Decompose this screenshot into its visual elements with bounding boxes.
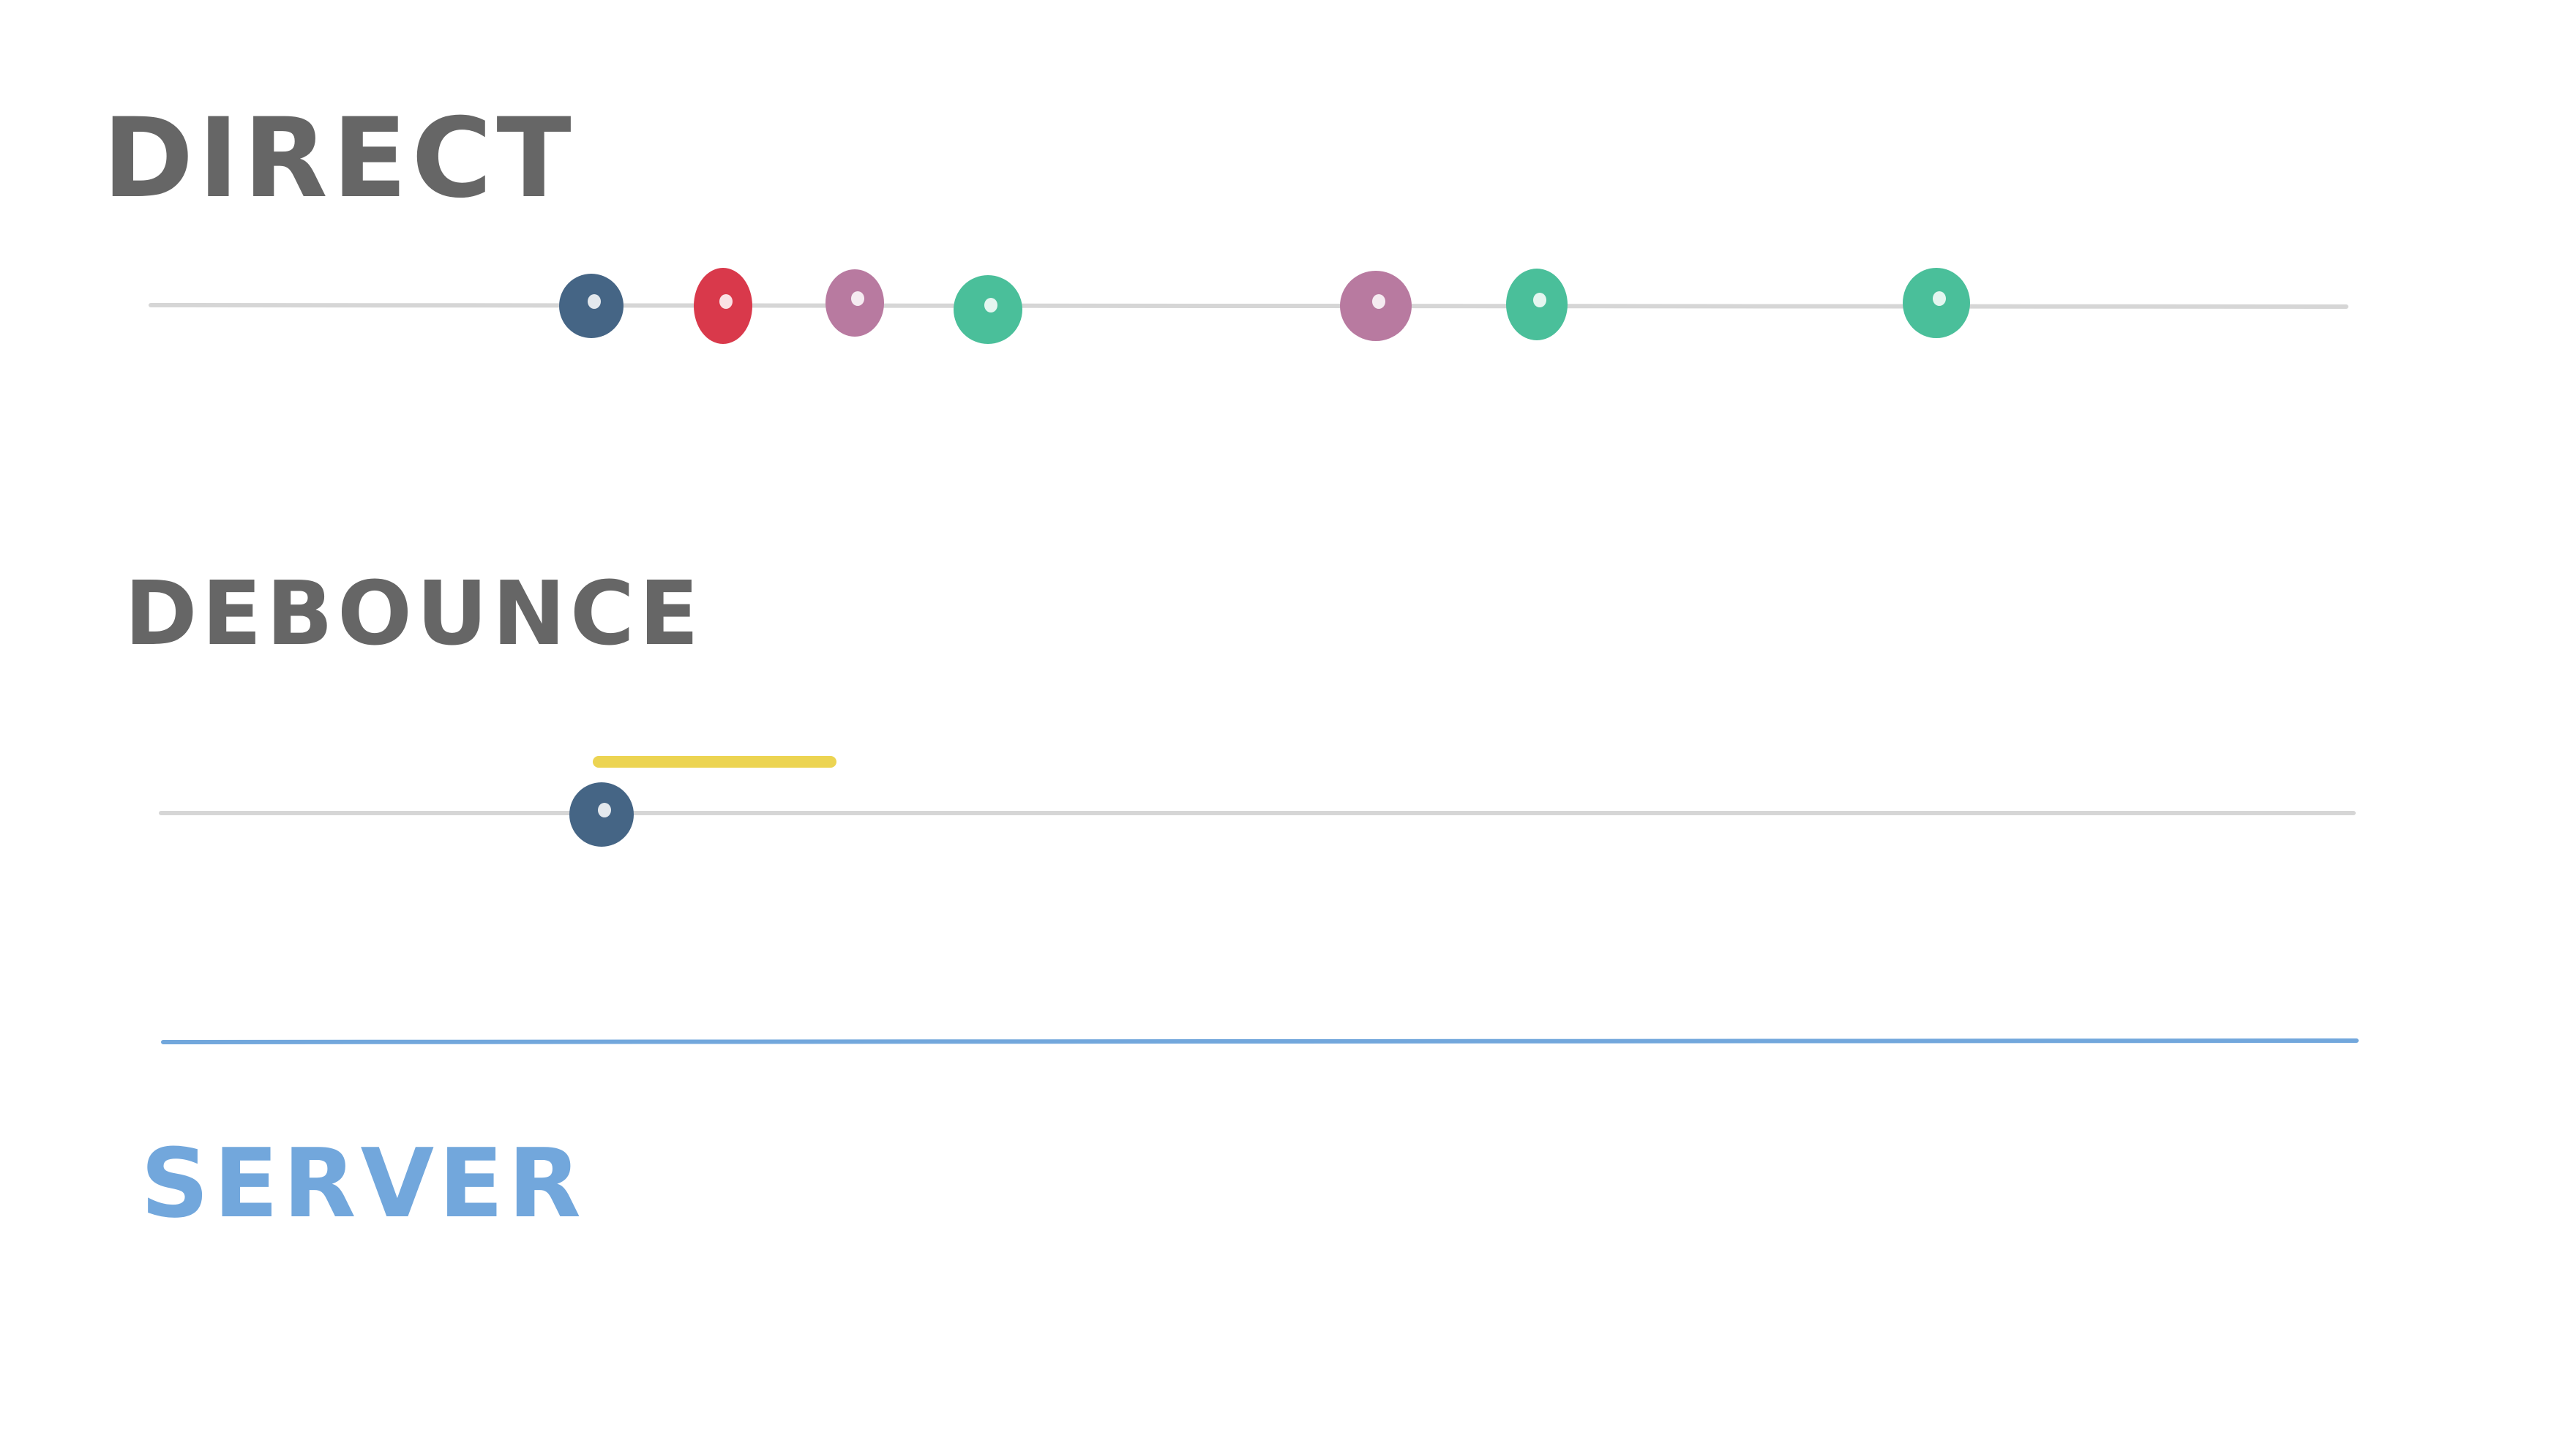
direct-event-dot bbox=[825, 269, 884, 337]
direct-event-dot bbox=[1340, 271, 1412, 341]
debounce-diagram: DIRECT DEBOUNCE SERVER bbox=[102, 95, 2359, 1239]
direct-event-dot bbox=[559, 274, 624, 338]
direct-event-dot bbox=[954, 275, 1022, 344]
debounce-event-dot bbox=[569, 782, 634, 847]
direct-event-dot bbox=[1506, 269, 1568, 340]
server-label: SERVER bbox=[141, 1128, 585, 1239]
direct-timeline bbox=[149, 303, 2348, 309]
server-timeline bbox=[161, 1038, 2359, 1044]
direct-label: DIRECT bbox=[102, 95, 576, 222]
direct-event-dot bbox=[1903, 268, 1970, 338]
debounce-event-group bbox=[569, 782, 634, 847]
debounce-label: DEBOUNCE bbox=[124, 564, 703, 665]
direct-event-dot bbox=[694, 268, 752, 344]
